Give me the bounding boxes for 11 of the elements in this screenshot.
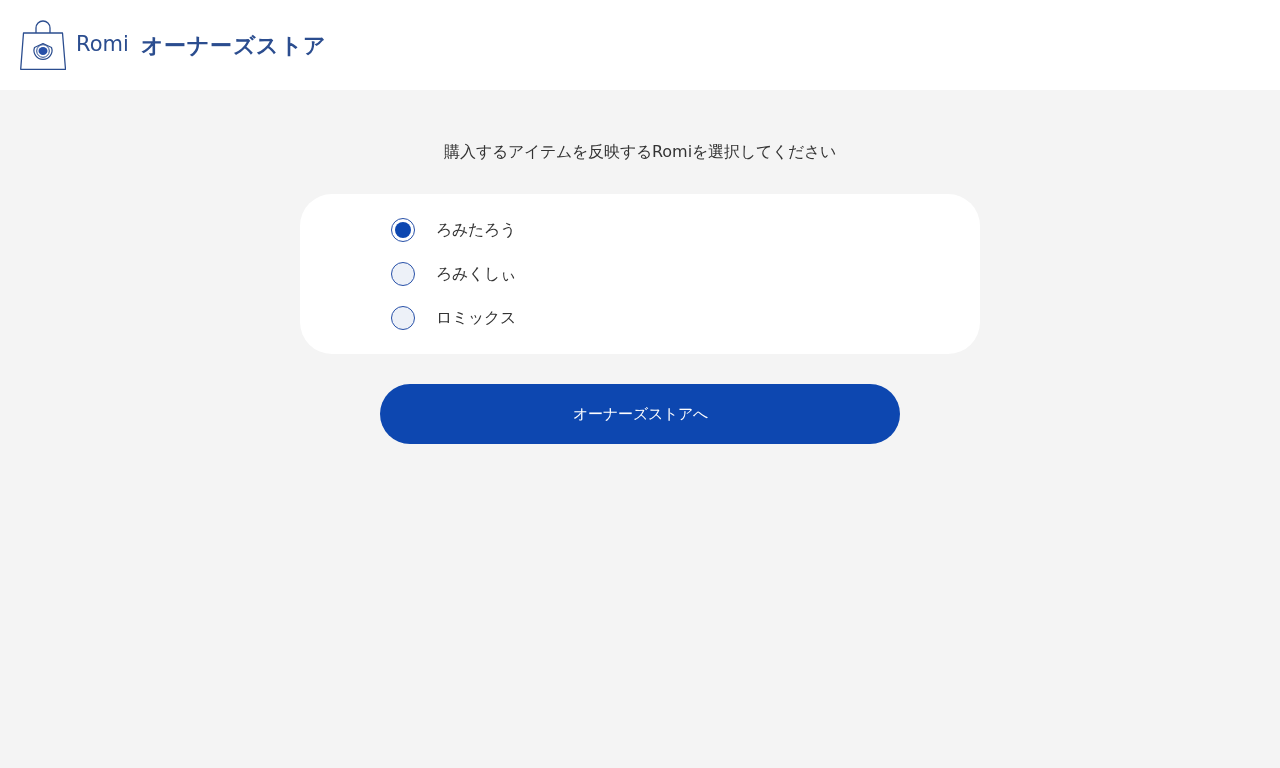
option-label[interactable]: ろみくしぃ: [436, 262, 516, 286]
option-label[interactable]: ロミックス: [436, 306, 516, 330]
store-link-button[interactable]: オーナーズストアへ: [380, 384, 900, 444]
radio-button[interactable]: [391, 306, 415, 330]
brand-name: Romi: [76, 31, 129, 59]
radio-button[interactable]: [391, 262, 415, 286]
store-title: オーナーズストア: [140, 31, 327, 60]
shopping-bag-logo-icon: [20, 20, 66, 70]
radio-button[interactable]: [391, 218, 415, 242]
instruction-text: 購入するアイテムを反映するRomiを選択してください: [443, 142, 837, 162]
option-label[interactable]: ろみたろう: [436, 218, 516, 242]
